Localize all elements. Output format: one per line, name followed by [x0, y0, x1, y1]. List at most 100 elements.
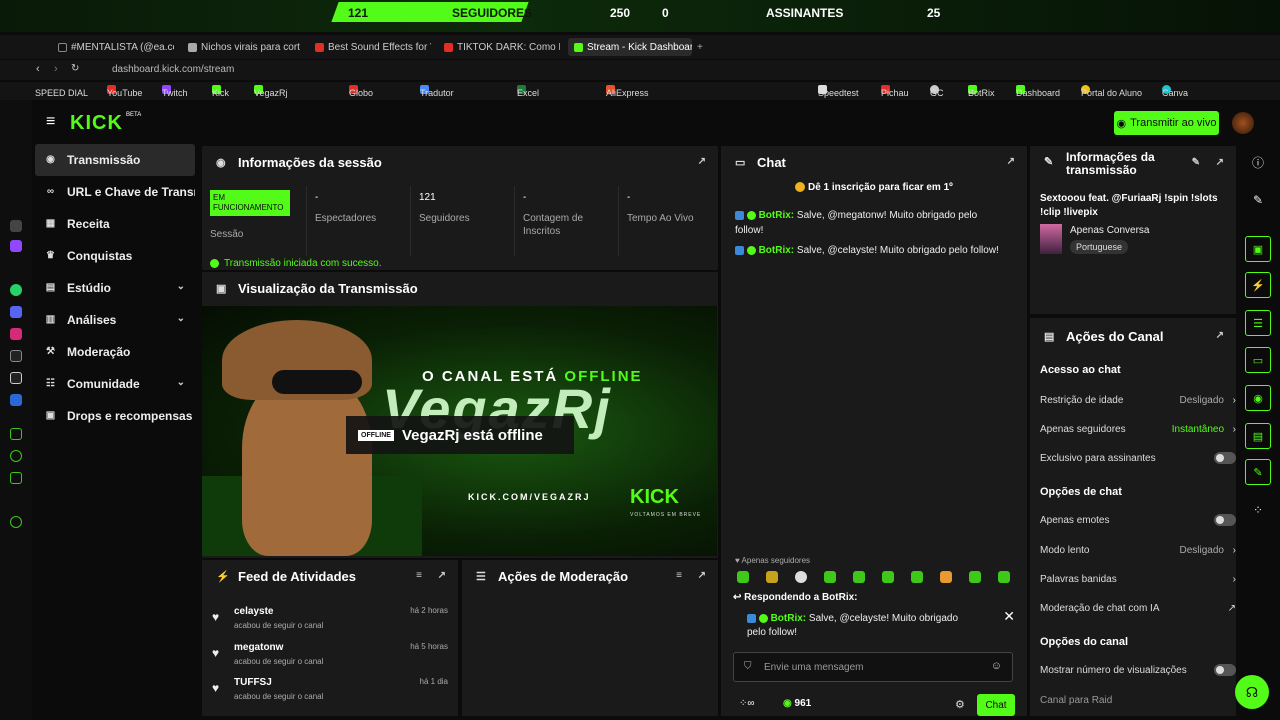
nav-item-analises[interactable]: ▥ Análises ⌄ [35, 304, 195, 336]
emote-icon[interactable] [911, 571, 923, 583]
panel-toggle-chat[interactable]: ▭ [1245, 347, 1271, 373]
emote-icon[interactable] [882, 571, 894, 583]
back-icon[interactable]: ‹ [36, 63, 40, 75]
emote-icon[interactable] [853, 571, 865, 583]
bookmark[interactable]: BotRix [968, 85, 995, 98]
feed-name[interactable]: megatonw [234, 642, 283, 653]
bookmark[interactable]: Twitch [162, 85, 188, 98]
bookmark[interactable]: Dashboard [1016, 85, 1060, 98]
reply-heading: ↩ Respondendo a BotRix: [733, 592, 858, 603]
followers-only-row[interactable]: Apenas seguidores Instantâneo › [1040, 417, 1236, 441]
emote-icon[interactable] [969, 571, 981, 583]
history-icon[interactable] [10, 450, 22, 462]
browser-tab[interactable]: Best Sound Effects for Vid [315, 38, 431, 56]
instagram-icon[interactable] [10, 328, 22, 340]
panel-toggle-activity[interactable]: ⚡ [1245, 272, 1271, 298]
points-counter[interactable]: ◉ 961 [783, 698, 811, 709]
url-field[interactable]: dashboard.kick.com/stream [112, 64, 234, 75]
chat-user[interactable]: BotRix: [759, 245, 795, 256]
bookmark[interactable]: GC [930, 85, 944, 98]
nav-item-url-chave[interactable]: ∞ URL e Chave de Transmissão [35, 176, 195, 208]
chatgpt-icon[interactable] [10, 220, 22, 232]
kick-logo[interactable]: KICK [70, 112, 123, 135]
settings-icon[interactable] [10, 516, 22, 528]
gear-icon[interactable]: ⚙ [955, 698, 965, 711]
bookmark[interactable]: Globo [349, 85, 373, 98]
emote-icon[interactable] [998, 571, 1010, 583]
emote-icon[interactable] [766, 571, 778, 583]
popout-icon[interactable]: ↗ [438, 570, 446, 581]
edit-icon[interactable]: ✎ [1192, 156, 1200, 169]
support-icon[interactable]: ☊ [1235, 675, 1269, 709]
menu-icon[interactable]: ≡ [46, 113, 55, 131]
popout-icon[interactable]: ↗ [698, 570, 706, 581]
browser-tab-active[interactable]: Stream - Kick Dashboard [568, 38, 692, 56]
emote-icon[interactable] [940, 571, 952, 583]
bookmark[interactable]: Portal do Aluno [1081, 85, 1142, 98]
nav-item-drops[interactable]: ▣ Drops e recompensas [35, 400, 195, 432]
category-name[interactable]: Apenas Conversa [1070, 225, 1150, 236]
chat-user[interactable]: BotRix: [759, 210, 795, 221]
panel-toggle-mod[interactable]: ☰ [1245, 310, 1271, 336]
bookmark[interactable]: Excel [517, 85, 539, 98]
bookmark[interactable]: Speedtest [818, 85, 859, 98]
twitch-icon[interactable] [10, 240, 22, 252]
browser-tab[interactable]: Nichos virais para cortes [188, 38, 300, 56]
nav-item-comunidade[interactable]: ☷ Comunidade ⌄ [35, 368, 195, 400]
emoji-icon[interactable]: ☺ [991, 660, 1002, 672]
download-icon[interactable] [10, 472, 22, 484]
nav-item-moderacao[interactable]: ⚒ Moderação [35, 336, 195, 368]
bookmark[interactable]: Pichau [881, 85, 909, 98]
forward-icon[interactable]: › [54, 63, 58, 75]
bookmark[interactable]: Tradutor [420, 85, 454, 98]
close-icon[interactable]: ✕ [1003, 608, 1015, 625]
whatsapp-icon[interactable] [10, 284, 22, 296]
settings-dots-icon[interactable]: ⁘∞ [739, 698, 755, 709]
slow-mode-row[interactable]: Modo lento Desligado › [1040, 538, 1236, 562]
feed-name[interactable]: TUFFSJ [234, 677, 272, 688]
go-live-button[interactable]: ◉ Transmitir ao vivo [1114, 111, 1219, 135]
bookmark[interactable]: AliExpress [606, 85, 649, 98]
send-chat-button[interactable]: Chat [977, 694, 1015, 716]
bookmark[interactable]: VegazRj [254, 85, 288, 98]
avatar[interactable] [1232, 112, 1254, 134]
browser-tab[interactable]: #MENTALISTA (@ea.codig [58, 38, 174, 56]
filter-icon[interactable]: ≡ [416, 570, 422, 581]
nav-item-conquistas[interactable]: ♛ Conquistas [35, 240, 195, 272]
bookmark-label: SPEED DIAL [35, 88, 89, 98]
ai-moderation-row[interactable]: Moderação de chat com IA ↗ [1040, 596, 1236, 620]
heart-icon[interactable] [10, 428, 22, 440]
browser-tab[interactable]: TIKTOK DARK: Como MON [444, 38, 560, 56]
filter-icon[interactable]: ≡ [676, 570, 682, 581]
bookmark[interactable]: Canva [1162, 85, 1188, 98]
panel-toggle-info[interactable]: ✎ [1245, 459, 1271, 485]
tiktok-icon[interactable] [10, 350, 22, 362]
panel-toggle-actions[interactable]: ▤ [1245, 423, 1271, 449]
bookmark[interactable]: Kick [212, 85, 229, 98]
feed-name[interactable]: celayste [234, 606, 273, 617]
panel-toggle-session[interactable]: ▣ [1245, 236, 1271, 262]
translate-icon[interactable] [10, 394, 22, 406]
popout-icon[interactable]: ↗ [1007, 156, 1015, 167]
banned-words-row[interactable]: Palavras banidas › [1040, 567, 1236, 591]
new-tab-icon[interactable]: + [697, 38, 703, 56]
emote-icon[interactable] [795, 571, 807, 583]
emote-icon[interactable] [824, 571, 836, 583]
raid-channel-row[interactable]: Canal para Raid [1040, 688, 1224, 712]
chat-input[interactable]: ⛉ Envie uma mensagem ☺ [733, 652, 1013, 682]
info-icon[interactable]: ⓘ [1248, 152, 1268, 172]
reload-icon[interactable]: ↻ [71, 63, 79, 74]
emote-icon[interactable] [737, 571, 749, 583]
x-icon[interactable] [10, 372, 22, 384]
more-icon[interactable]: ⁘ [1248, 500, 1268, 520]
popout-icon[interactable]: ↗ [698, 156, 706, 167]
bookmark[interactable]: YouTube [107, 85, 142, 98]
nav-item-receita[interactable]: ▦ Receita [35, 208, 195, 240]
sub-promo[interactable]: Dê 1 inscrição para ficar em 1º [721, 182, 1027, 193]
discord-icon[interactable] [10, 306, 22, 318]
pencil-icon[interactable]: ✎ [1248, 190, 1268, 210]
panel-toggle-broadcast[interactable]: ◉ [1245, 385, 1271, 411]
nav-item-estudio[interactable]: ▤ Estúdio ⌄ [35, 272, 195, 304]
age-restriction-row[interactable]: Restrição de idade Desligado › [1040, 388, 1236, 412]
nav-item-transmissao[interactable]: ◉ Transmissão [35, 144, 195, 176]
